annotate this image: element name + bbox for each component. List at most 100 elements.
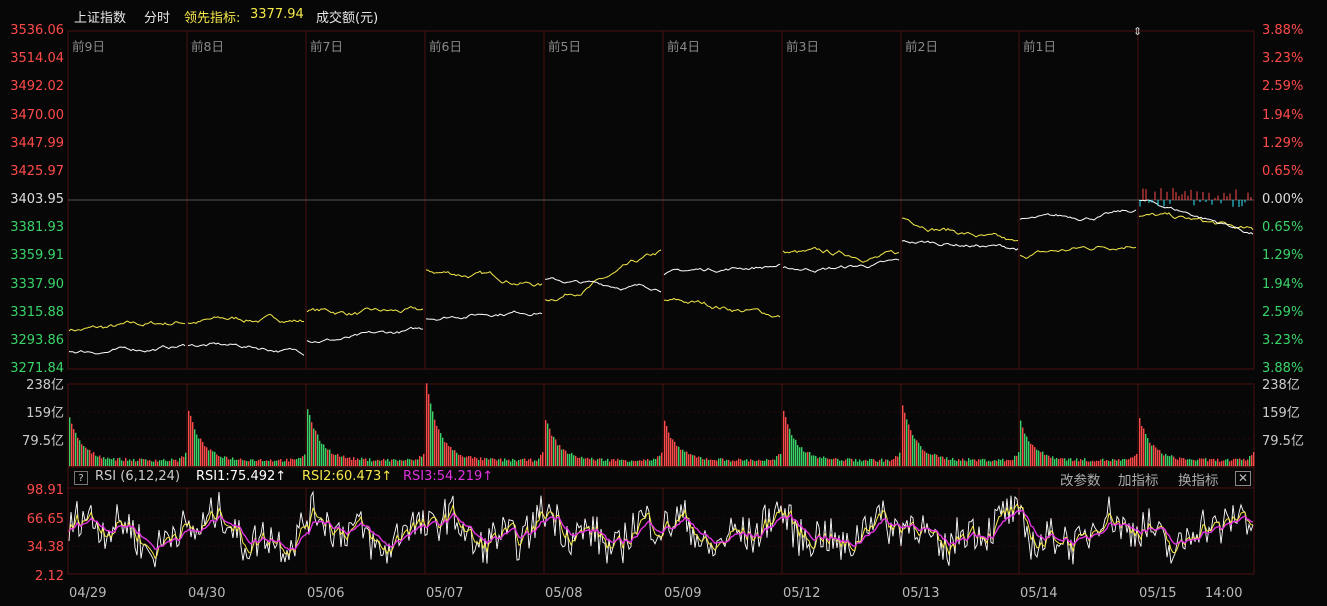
volume-bar: [833, 458, 835, 466]
volume-bar: [998, 459, 1000, 466]
volume-bar: [783, 410, 785, 466]
volume-bar: [117, 458, 119, 466]
volume-bar: [1199, 458, 1201, 466]
volume-bar: [926, 452, 928, 466]
volume-bar: [611, 459, 613, 466]
volume-bar: [789, 428, 791, 466]
volume-tick-left: 79.5亿: [22, 434, 64, 449]
volume-bar: [954, 460, 956, 466]
volume-bar: [413, 460, 415, 466]
volume-bar: [1106, 460, 1108, 466]
volume-bar: [1151, 445, 1153, 466]
volume-bar: [964, 460, 966, 466]
volume-bar: [970, 459, 972, 466]
volume-bar: [774, 459, 776, 466]
volume-bar: [1221, 460, 1223, 466]
volume-bar: [530, 458, 532, 466]
volume-bar: [952, 457, 954, 466]
volume-bar: [89, 449, 91, 466]
volume-bar: [274, 460, 276, 466]
volume-bar: [482, 460, 484, 466]
volume-bar: [746, 459, 748, 466]
volume-bar: [1126, 459, 1128, 466]
volume-bar: [950, 459, 952, 466]
volume-bar: [1062, 458, 1064, 466]
volume-bar: [1134, 455, 1136, 466]
volume-bar: [698, 456, 700, 466]
volume-bar: [605, 460, 607, 466]
volume-bar: [899, 452, 901, 466]
volume-bar: [982, 458, 984, 466]
volume-bar: [1014, 455, 1016, 466]
volume-bar: [135, 461, 137, 466]
volume-bar: [1195, 460, 1197, 466]
volume-bar: [720, 458, 722, 466]
volume-bar: [718, 458, 720, 466]
volume-bar: [678, 446, 680, 466]
volume-bar: [760, 460, 762, 466]
volume-bar: [635, 460, 637, 466]
volume-bar: [196, 434, 198, 466]
volume-bar: [724, 460, 726, 466]
volume-bar: [643, 459, 645, 466]
volume-bar: [1124, 458, 1126, 466]
volume-bar: [684, 451, 686, 466]
volume-bar: [1048, 455, 1050, 466]
volume-bar: [522, 458, 524, 466]
volume-bar: [383, 458, 385, 466]
volume-bar: [264, 461, 266, 466]
change-params-button[interactable]: 改参数: [1060, 469, 1101, 489]
volume-bar: [1225, 459, 1227, 466]
volume-bar: [335, 454, 337, 466]
close-icon[interactable]: ✕: [1235, 471, 1251, 486]
volume-bar: [893, 459, 895, 466]
volume-bar: [593, 459, 595, 466]
date-label: 05/15: [1139, 586, 1177, 601]
volume-bar: [1175, 458, 1177, 466]
switch-indicator-button[interactable]: 换指标: [1178, 469, 1219, 489]
volume-bar: [476, 458, 478, 466]
volume-bar: [1064, 458, 1066, 466]
volume-bar: [510, 461, 512, 466]
volume-bar: [121, 460, 123, 466]
volume-bar: [1187, 459, 1189, 466]
volume-bar: [843, 461, 845, 466]
rsi-help-icon[interactable]: ?: [74, 471, 88, 485]
volume-bar: [1036, 449, 1038, 466]
volume-bar: [212, 451, 214, 466]
volume-bar: [647, 459, 649, 466]
volume-bar: [869, 458, 871, 466]
day-label: 前4日: [667, 39, 700, 54]
volume-bar: [948, 460, 950, 466]
volume-bar: [1197, 459, 1199, 466]
volume-bar: [980, 459, 982, 466]
volume-tick-right: 238亿: [1262, 378, 1300, 393]
volume-bar: [1044, 454, 1046, 466]
volume-bar: [766, 458, 768, 466]
rsi3-value: RSI3:54.219↑: [403, 469, 494, 484]
volume-bar: [839, 460, 841, 466]
volume-bar: [188, 410, 190, 466]
volume-bar: [928, 453, 930, 466]
volume-bar: [329, 449, 331, 466]
rsi-params[interactable]: RSI (6,12,24): [95, 469, 180, 487]
add-indicator-button[interactable]: 加指标: [1118, 469, 1159, 489]
volume-bar: [101, 458, 103, 466]
volume-bar: [629, 461, 631, 466]
volume-bar: [272, 461, 274, 466]
volume-bar: [167, 461, 169, 466]
volume-bar: [514, 459, 516, 466]
volume-bar: [77, 437, 79, 466]
volume-bar: [520, 459, 522, 466]
volume-bar: [395, 459, 397, 466]
percent-tick-right: 2.59%: [1262, 304, 1304, 320]
volume-bar: [147, 460, 149, 466]
volume-bar: [302, 456, 304, 466]
volume-bar: [1223, 460, 1225, 466]
volume-bar: [847, 458, 849, 466]
chart-canvas[interactable]: ⇕: [0, 0, 1327, 606]
price-tick-left: 3359.91: [10, 248, 64, 264]
date-label: 05/12: [783, 586, 821, 601]
volume-bar: [787, 424, 789, 466]
volume-bar: [246, 461, 248, 466]
